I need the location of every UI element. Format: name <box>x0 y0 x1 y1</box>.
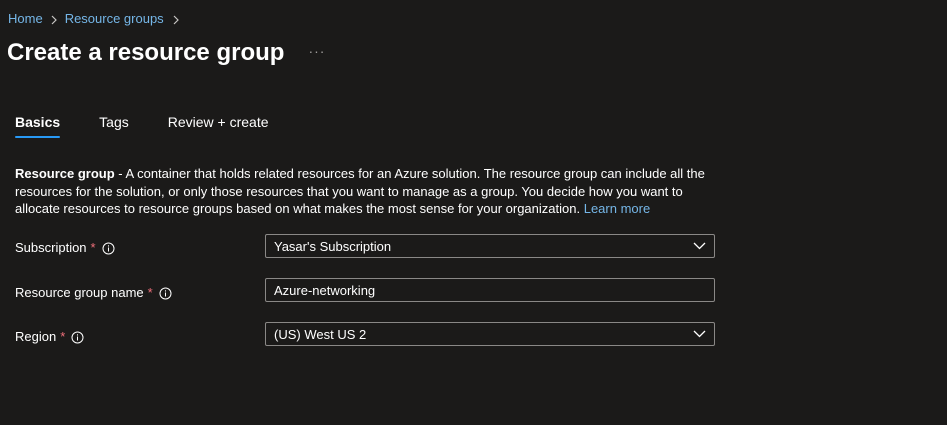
chevron-right-icon <box>172 11 180 27</box>
region-value: (US) West US 2 <box>274 326 367 342</box>
info-icon[interactable] <box>102 242 115 255</box>
resource-group-description: Resource group - A container that holds … <box>15 165 715 218</box>
required-mark: * <box>147 285 153 300</box>
breadcrumb-home-link[interactable]: Home <box>8 11 43 27</box>
tab-tags[interactable]: Tags <box>99 113 129 138</box>
chevron-down-icon <box>684 330 714 338</box>
chevron-right-icon <box>43 11 65 27</box>
breadcrumb: Home Resource groups <box>8 11 180 27</box>
learn-more-link[interactable]: Learn more <box>584 201 650 216</box>
region-label-text: Region <box>15 329 57 344</box>
breadcrumb-resource-groups-link[interactable]: Resource groups <box>65 11 164 27</box>
resource-group-name-label-text: Resource group name <box>15 285 144 300</box>
region-label: Region * <box>15 329 84 345</box>
subscription-dropdown[interactable]: Yasar's Subscription <box>265 234 715 258</box>
subscription-label-text: Subscription <box>15 240 87 255</box>
description-title: Resource group <box>15 166 115 181</box>
more-options-button[interactable]: ··· <box>308 43 325 59</box>
region-dropdown[interactable]: (US) West US 2 <box>265 322 715 346</box>
required-mark: * <box>90 240 96 255</box>
tab-basics[interactable]: Basics <box>15 113 61 138</box>
resource-group-name-input-box <box>265 278 715 302</box>
subscription-value: Yasar's Subscription <box>274 238 392 254</box>
info-icon[interactable] <box>71 331 84 344</box>
chevron-down-icon <box>684 242 714 250</box>
page-title: Create a resource group <box>7 39 285 66</box>
create-resource-group-page: Home Resource groups Create a resource g… <box>0 0 947 425</box>
subscription-label: Subscription * <box>15 240 115 256</box>
tab-bar: Basics Tags Review + create <box>15 113 308 138</box>
title-row: Create a resource group ··· <box>7 38 325 68</box>
info-icon[interactable] <box>159 287 172 300</box>
required-mark: * <box>60 329 66 344</box>
resource-group-name-label: Resource group name * <box>15 285 172 301</box>
tab-review-create[interactable]: Review + create <box>168 113 269 138</box>
resource-group-name-input[interactable] <box>266 279 714 301</box>
